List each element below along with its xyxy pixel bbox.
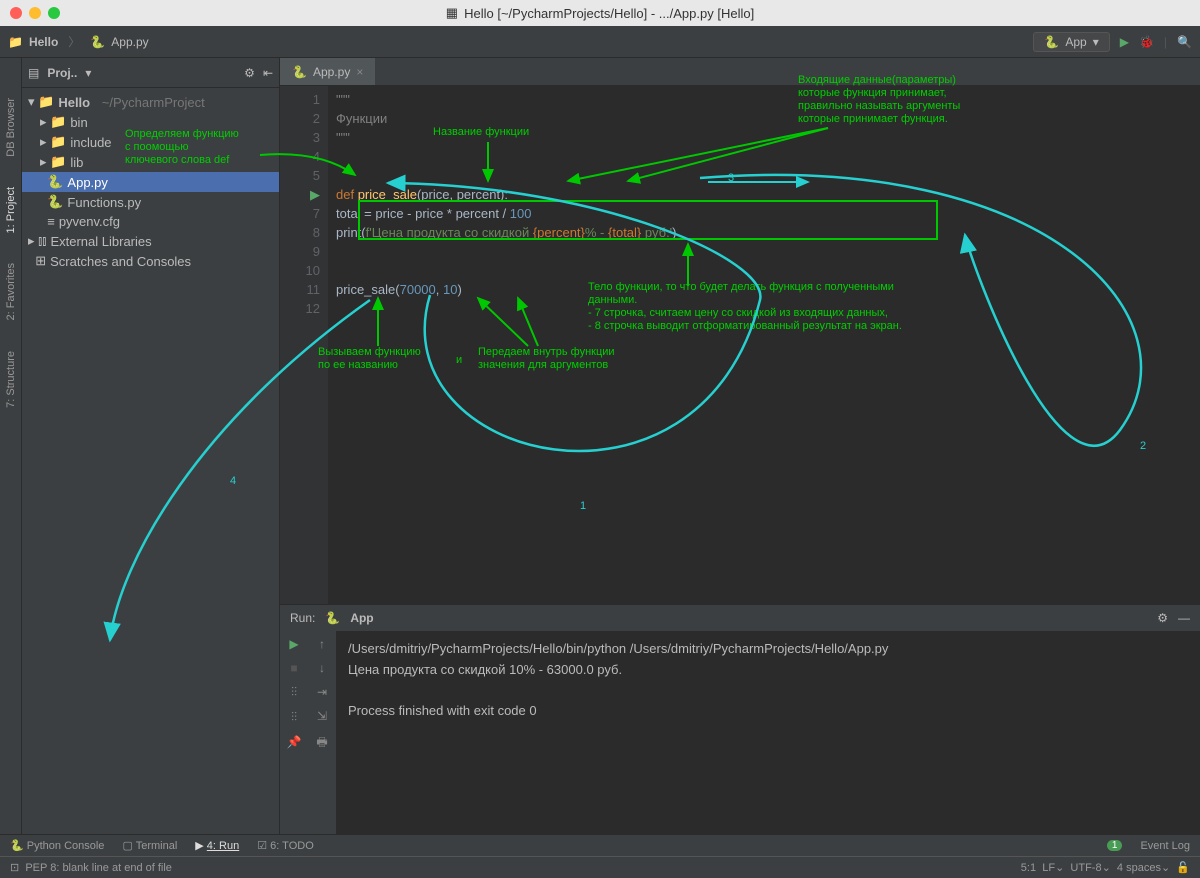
chevron-down-icon[interactable]: ▾	[85, 66, 91, 80]
pin-icon[interactable]: 📌	[287, 735, 302, 749]
print-icon[interactable]: 🖶	[316, 733, 327, 754]
run-label: Run:	[290, 611, 315, 625]
run-config-name: App	[1065, 35, 1086, 49]
lock-icon[interactable]: 🔓	[1176, 861, 1190, 874]
project-tool-header: ▤Proj..▾ ⚙ ⇤	[22, 58, 279, 88]
code-editor[interactable]: """ Функции """ def price_sale(price, pe…	[328, 86, 1200, 604]
caret-pos[interactable]: 5:1	[1021, 862, 1036, 874]
gutter: 12345▶789101112	[280, 86, 328, 604]
editor-tab-app[interactable]: 🐍 App.py ×	[280, 58, 375, 85]
debug-button[interactable]: 🐞	[1139, 35, 1154, 49]
titlebar: ▦ Hello [~/PycharmProjects/Hello] - .../A…	[0, 0, 1200, 26]
tree-file-pyvenv[interactable]: ≡ pyvenv.cfg	[22, 212, 279, 231]
close-window-icon[interactable]	[10, 7, 22, 19]
run-tab[interactable]: ▶ 4: Run	[195, 839, 239, 852]
wrap-icon[interactable]: ⇥	[317, 685, 327, 699]
search-button[interactable]: 🔍	[1177, 35, 1192, 49]
gear-icon[interactable]: ⚙	[244, 66, 255, 80]
body-highlight	[358, 200, 938, 240]
tree-file-app[interactable]: 🐍 App.py	[22, 172, 279, 192]
db-browser-tab[interactable]: DB Browser	[5, 98, 17, 157]
python-console-tab[interactable]: 🐍 Python Console	[10, 839, 104, 852]
tree-folder-bin[interactable]: ▸ 📁 bin	[22, 112, 279, 132]
rerun-button[interactable]: ▶	[289, 637, 298, 651]
console-output[interactable]: /Users/dmitriy/PycharmProjects/Hello/bin…	[336, 631, 1200, 834]
status-bar: ⊡ PEP 8: blank line at end of file 5:1 L…	[0, 856, 1200, 878]
line-sep[interactable]: LF	[1042, 862, 1055, 874]
close-icon[interactable]: ×	[356, 65, 363, 79]
todo-tab[interactable]: ☑ 6: TODO	[257, 839, 314, 852]
tree-file-functions[interactable]: 🐍 Functions.py	[22, 192, 279, 212]
scroll-icon[interactable]: ⇲	[317, 709, 327, 723]
down-icon[interactable]: ↓	[319, 661, 325, 675]
minimize-window-icon[interactable]	[29, 7, 41, 19]
encoding[interactable]: UTF-8	[1070, 862, 1101, 874]
folder-icon: 📁	[8, 35, 23, 49]
ann-call: Вызываем функцию по ее названию	[318, 346, 421, 372]
project-tab[interactable]: 1: Project	[5, 187, 17, 233]
up-icon[interactable]: ↑	[319, 637, 325, 651]
ann-args: Передаем внутрь функции значения для арг…	[478, 346, 615, 372]
run-button[interactable]: ▶	[1120, 35, 1129, 49]
project-header[interactable]: Proj..	[47, 66, 77, 80]
tree-folder-include[interactable]: ▸ 📁 include	[22, 132, 279, 152]
structure-tab[interactable]: 7: Structure	[5, 351, 17, 408]
gear-icon[interactable]: ⚙	[1157, 611, 1168, 625]
app-icon: ▦	[446, 5, 458, 21]
stop-button[interactable]: ■	[290, 661, 297, 675]
tree-root[interactable]: ▾ 📁 Hello ~/PycharmProject	[22, 92, 279, 112]
collapse-icon[interactable]: ⇤	[263, 66, 273, 80]
separator: |	[1164, 35, 1167, 49]
tree-external-libs[interactable]: ▸ ⫾⫾ External Libraries	[22, 231, 279, 251]
tree-scratches[interactable]: ⊞ Scratches and Consoles	[22, 251, 279, 271]
breadcrumb-project[interactable]: Hello	[29, 35, 58, 49]
python-icon: 🐍	[90, 35, 105, 49]
chevron-down-icon: ▾	[1093, 35, 1099, 49]
layout-icon2[interactable]: ⫶⫶	[291, 710, 297, 725]
pep8-hint[interactable]: PEP 8: blank line at end of file	[25, 862, 172, 874]
eventlog-badge: 1	[1107, 840, 1123, 851]
navbar: 📁 Hello 〉 🐍 App.py 🐍App▾ ▶ 🐞 | 🔍	[0, 26, 1200, 58]
minimize-icon[interactable]: —	[1178, 611, 1190, 625]
indent[interactable]: 4 spaces	[1117, 862, 1161, 874]
favorites-tab[interactable]: 2: Favorites	[5, 263, 17, 320]
terminal-tab[interactable]: ▢ Terminal	[122, 839, 177, 852]
bottom-toolbar: 🐍 Python Console ▢ Terminal ▶ 4: Run ☑ 6…	[0, 834, 1200, 856]
zoom-window-icon[interactable]	[48, 7, 60, 19]
eventlog-tab[interactable]: Event Log	[1140, 840, 1190, 852]
run-tab-app[interactable]: App	[350, 611, 373, 625]
breadcrumb-file[interactable]: App.py	[111, 35, 148, 49]
layout-icon[interactable]: ⫶⫶	[291, 685, 297, 700]
tree-folder-lib[interactable]: ▸ 📁 lib	[22, 152, 279, 172]
window-title: Hello [~/PycharmProjects/Hello] - .../Ap…	[464, 6, 754, 21]
ann-and: и	[456, 354, 462, 367]
run-config-selector[interactable]: 🐍App▾	[1033, 32, 1109, 52]
left-tool-strip: DB Browser 1: Project 2: Favorites 7: St…	[0, 58, 22, 834]
